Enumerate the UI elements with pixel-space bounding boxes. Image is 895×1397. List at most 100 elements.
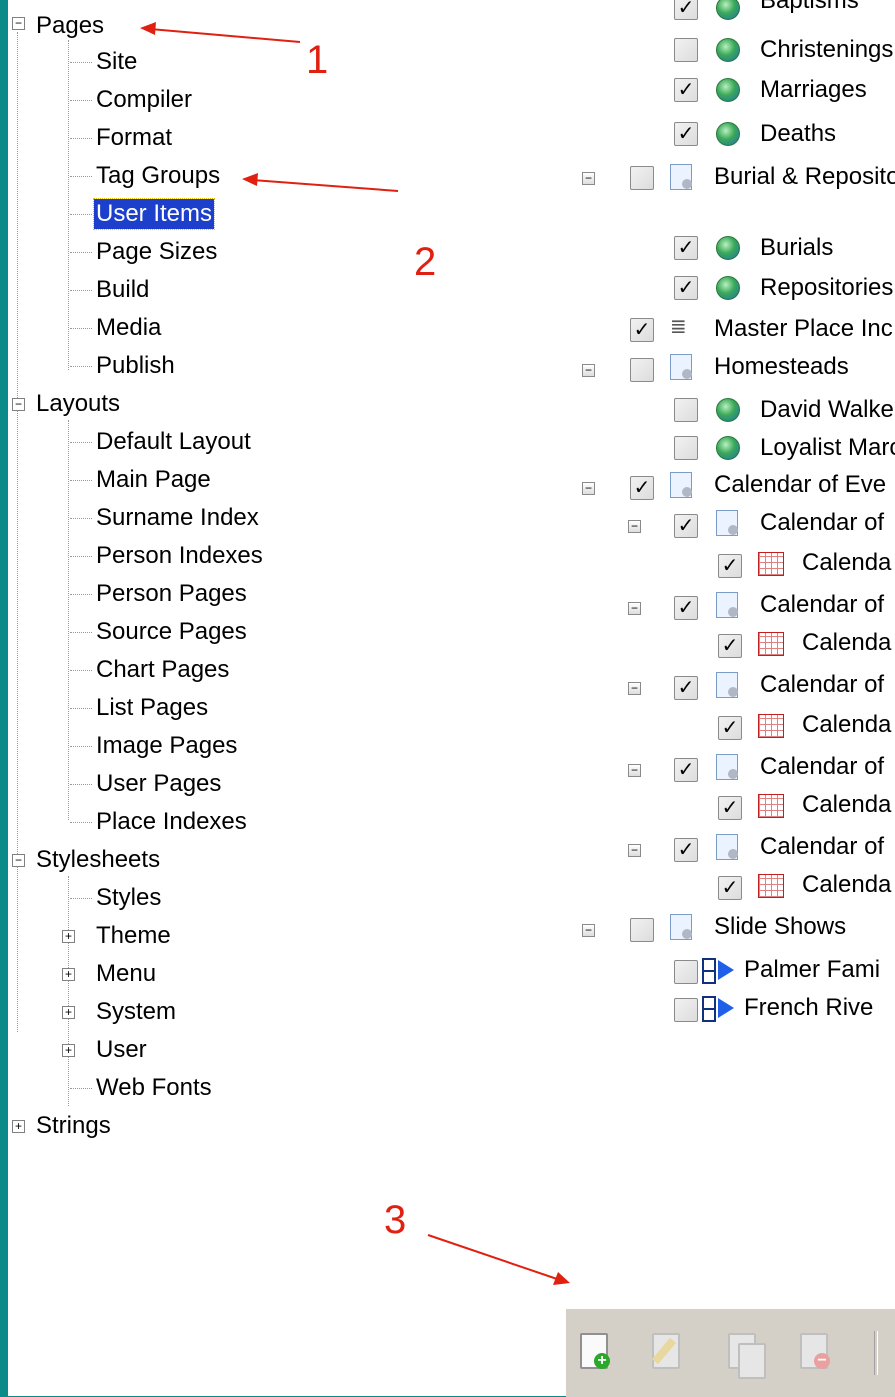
checkbox-david-walker[interactable] [674,398,698,422]
tree-node-christenings[interactable]: Christenings [760,35,893,65]
tree-node-chart-pages[interactable]: Chart Pages [94,655,231,685]
tree-node-site[interactable]: Site [94,47,139,77]
tree-node-list-pages[interactable]: List Pages [94,693,210,723]
tree-node-surname-index[interactable]: Surname Index [94,503,261,533]
tree-node-loyalist[interactable]: Loyalist Marc [760,433,895,463]
tree-node-david-walker[interactable]: David Walke [760,395,894,425]
checkbox-deaths[interactable]: ✓ [674,122,698,146]
tree-node-master-place-index[interactable]: Master Place Inc [714,314,893,344]
tree-node-styles[interactable]: Styles [94,883,163,913]
tree-node-baptisms[interactable]: Baptisms [760,0,859,16]
collapse-calendar-1-toggle[interactable]: − [628,520,641,533]
tree-node-main-page[interactable]: Main Page [94,465,213,495]
collapse-slide-shows-toggle[interactable]: − [582,924,595,937]
tree-node-palmer-family[interactable]: Palmer Fami [744,955,880,985]
tree-node-page-sizes[interactable]: Page Sizes [94,237,219,267]
checkbox-repositories[interactable]: ✓ [674,276,698,300]
tree-node-format[interactable]: Format [94,123,174,153]
checkbox-calendar-5[interactable]: ✓ [674,838,698,862]
tree-node-deaths[interactable]: Deaths [760,119,836,149]
edit-item-button[interactable] [648,1331,680,1375]
collapse-calendar-3-toggle[interactable]: − [628,682,641,695]
tree-node-marriages[interactable]: Marriages [760,75,867,105]
tree-node-build[interactable]: Build [94,275,151,305]
tree-node-strings[interactable]: Strings [34,1111,113,1141]
delete-item-button[interactable]: − [796,1331,830,1375]
checkbox-calendar-5-item[interactable]: ✓ [718,876,742,900]
tree-node-tag-groups[interactable]: Tag Groups [94,161,222,191]
tree-node-compiler[interactable]: Compiler [94,85,194,115]
checkbox-slide-shows[interactable] [630,918,654,942]
tree-node-calendar-1[interactable]: Calendar of [760,508,884,538]
checkbox-marriages[interactable]: ✓ [674,78,698,102]
copy-item-button[interactable] [724,1331,766,1379]
collapse-calendar-4-toggle[interactable]: − [628,764,641,777]
expand-user-toggle[interactable]: + [62,1044,75,1057]
tree-node-person-indexes[interactable]: Person Indexes [94,541,265,571]
checkbox-calendar-4[interactable]: ✓ [674,758,698,782]
collapse-burial-toggle[interactable]: − [582,172,595,185]
new-item-button[interactable]: + [576,1331,610,1375]
checkbox-burial-repositories[interactable] [630,166,654,190]
checkbox-loyalist[interactable] [674,436,698,460]
tree-node-user-pages[interactable]: User Pages [94,769,223,799]
tree-node-default-layout[interactable]: Default Layout [94,427,253,457]
checkbox-calendar-3[interactable]: ✓ [674,676,698,700]
tree-node-stylesheets[interactable]: Stylesheets [34,845,162,875]
tree-node-calendar-1-item[interactable]: Calenda [802,548,891,578]
tree-node-burial-repositories[interactable]: Burial & Reposito [714,162,895,192]
collapse-stylesheets-toggle[interactable]: − [12,854,25,867]
tree-node-calendar-3-item[interactable]: Calenda [802,710,891,740]
tree-node-calendar-5[interactable]: Calendar of [760,832,884,862]
collapse-layouts-toggle[interactable]: − [12,398,25,411]
expand-system-toggle[interactable]: + [62,1006,75,1019]
tree-node-media[interactable]: Media [94,313,163,343]
tree-node-calendar-2-item[interactable]: Calenda [802,628,891,658]
checkbox-french-river[interactable] [674,998,698,1022]
checkbox-homesteads[interactable] [630,358,654,382]
tree-node-burials[interactable]: Burials [760,233,833,263]
tree-node-calendar-4[interactable]: Calendar of [760,752,884,782]
collapse-calendar-5-toggle[interactable]: − [628,844,641,857]
tree-node-calendar-2[interactable]: Calendar of [760,590,884,620]
tree-node-theme[interactable]: Theme [94,921,173,951]
tree-node-place-indexes[interactable]: Place Indexes [94,807,249,837]
checkbox-calendar-1[interactable]: ✓ [674,514,698,538]
tree-node-system[interactable]: System [94,997,178,1027]
checkbox-christenings[interactable] [674,38,698,62]
tree-node-calendar-of-events[interactable]: Calendar of Eve [714,470,886,500]
tree-node-calendar-4-item[interactable]: Calenda [802,790,891,820]
collapse-calendar-2-toggle[interactable]: − [628,602,641,615]
checkbox-baptisms[interactable]: ✓ [674,0,698,20]
checkbox-calendar-of-events[interactable]: ✓ [630,476,654,500]
tree-node-user-items[interactable]: User Items [92,198,216,230]
tree-node-french-river[interactable]: French Rive [744,993,873,1023]
tree-node-image-pages[interactable]: Image Pages [94,731,239,761]
collapse-pages-toggle[interactable]: − [12,17,25,30]
checkbox-calendar-1-item[interactable]: ✓ [718,554,742,578]
tree-node-layouts[interactable]: Layouts [34,389,122,419]
checkbox-calendar-3-item[interactable]: ✓ [718,716,742,740]
tree-node-homesteads[interactable]: Homesteads [714,352,849,382]
expand-menu-toggle[interactable]: + [62,968,75,981]
checkbox-calendar-2-item[interactable]: ✓ [718,634,742,658]
checkbox-calendar-4-item[interactable]: ✓ [718,796,742,820]
checkbox-palmer-family[interactable] [674,960,698,984]
checkbox-calendar-2[interactable]: ✓ [674,596,698,620]
checkbox-burials[interactable]: ✓ [674,236,698,260]
tree-node-calendar-3[interactable]: Calendar of [760,670,884,700]
expand-strings-toggle[interactable]: + [12,1120,25,1133]
tree-node-source-pages[interactable]: Source Pages [94,617,249,647]
tree-node-slide-shows[interactable]: Slide Shows [714,912,846,942]
tree-node-web-fonts[interactable]: Web Fonts [94,1073,214,1103]
tree-node-repositories[interactable]: Repositories [760,273,893,303]
expand-theme-toggle[interactable]: + [62,930,75,943]
tree-node-pages[interactable]: Pages [34,11,106,41]
tree-node-calendar-5-item[interactable]: Calenda [802,870,891,900]
collapse-homesteads-toggle[interactable]: − [582,364,595,377]
tree-node-publish[interactable]: Publish [94,351,177,381]
tree-node-menu[interactable]: Menu [94,959,158,989]
tree-node-user[interactable]: User [94,1035,149,1065]
collapse-calendar-toggle[interactable]: − [582,482,595,495]
tree-node-person-pages[interactable]: Person Pages [94,579,249,609]
